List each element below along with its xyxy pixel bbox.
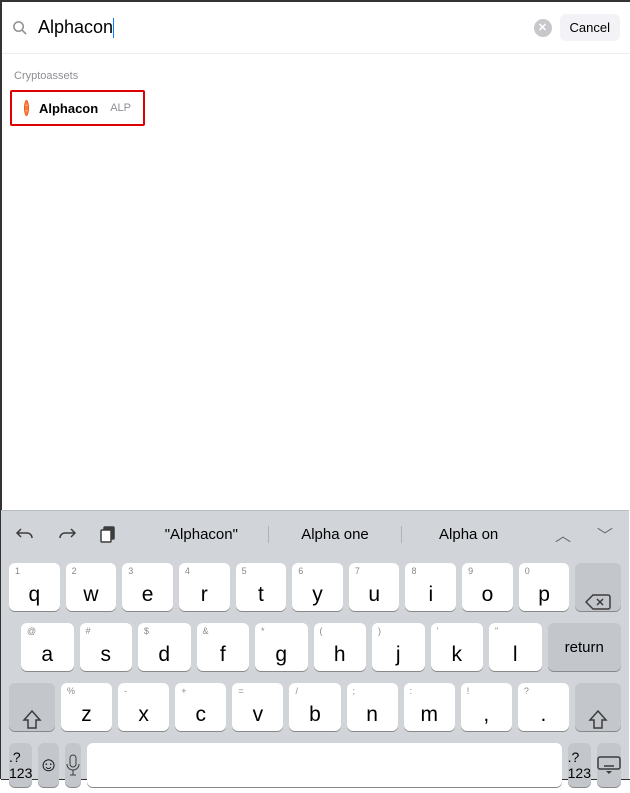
emoji-key[interactable]: ☺ [38,743,58,787]
shift-key-left[interactable] [9,683,55,731]
collapse-up-icon[interactable]: ︿ [549,522,577,546]
section-header-cryptoassets: Cryptoassets [2,54,630,90]
numeric-mode-key[interactable]: .?123 [9,743,32,787]
key-j[interactable]: )j [372,623,425,671]
undo-icon[interactable] [11,526,39,542]
key-d[interactable]: $d [138,623,191,671]
search-bar: Alphacon ✕ Cancel [2,2,630,54]
key-b[interactable]: /b [289,683,340,731]
key-z[interactable]: %z [61,683,112,731]
key-row-4: .?123 ☺ .?123 [1,737,629,793]
space-key[interactable] [87,743,562,787]
key-s[interactable]: #s [80,623,133,671]
key-c[interactable]: +c [175,683,226,731]
key-row-3: %z-x+c=v/b;n:m!,?. [1,677,629,737]
search-input[interactable]: Alphacon [38,17,526,38]
clipboard-icon[interactable] [95,525,121,543]
key-l[interactable]: "l [489,623,542,671]
key-f[interactable]: &f [197,623,250,671]
key-w[interactable]: 2w [66,563,117,611]
key-o[interactable]: 9o [462,563,513,611]
key-g[interactable]: *g [255,623,308,671]
key-.[interactable]: ?. [518,683,569,731]
numeric-mode-key-right[interactable]: .?123 [568,743,591,787]
alphacon-coin-icon [24,100,29,116]
key-row-2: @a#s$d&f*g(h)j'k"lreturn [1,617,629,677]
key-h[interactable]: (h [314,623,367,671]
hide-keyboard-key[interactable] [597,743,621,787]
return-key[interactable]: return [548,623,622,671]
cancel-button[interactable]: Cancel [560,14,620,41]
result-name: Alphacon [39,101,98,116]
key-p[interactable]: 0p [519,563,570,611]
result-symbol: ALP [110,102,131,114]
key-t[interactable]: 5t [236,563,287,611]
key-u[interactable]: 7u [349,563,400,611]
key-x[interactable]: -x [118,683,169,731]
key-m[interactable]: :m [404,683,455,731]
key-e[interactable]: 3e [122,563,173,611]
on-screen-keyboard: "Alphacon" Alpha one Alpha on ︿ ﹀ 1q2w3e… [1,510,629,779]
keyboard-toolbar: "Alphacon" Alpha one Alpha on ︿ ﹀ [1,511,629,557]
suggestion-3[interactable]: Alpha on [401,526,535,543]
key-k[interactable]: 'k [431,623,484,671]
key-,[interactable]: !, [461,683,512,731]
search-icon [12,20,30,35]
key-q[interactable]: 1q [9,563,60,611]
key-i[interactable]: 8i [405,563,456,611]
key-a[interactable]: @a [21,623,74,671]
search-result-alphacon[interactable]: Alphacon ALP [10,90,145,126]
keyboard-suggestions: "Alphacon" Alpha one Alpha on [135,511,535,557]
key-y[interactable]: 6y [292,563,343,611]
key-row-1: 1q2w3e4r5t6y7u8i9o0p [1,557,629,617]
clear-search-button[interactable]: ✕ [534,19,552,37]
suggestion-2[interactable]: Alpha one [268,526,402,543]
key-v[interactable]: =v [232,683,283,731]
text-caret [113,18,114,38]
dictation-key[interactable] [65,743,81,787]
key-n[interactable]: ;n [347,683,398,731]
backspace-key[interactable] [575,563,621,611]
collapse-down-icon[interactable]: ﹀ [591,522,619,546]
search-value: Alphacon [38,17,113,38]
key-r[interactable]: 4r [179,563,230,611]
shift-key-right[interactable] [575,683,621,731]
redo-icon[interactable] [53,526,81,542]
suggestion-1[interactable]: "Alphacon" [135,526,268,543]
